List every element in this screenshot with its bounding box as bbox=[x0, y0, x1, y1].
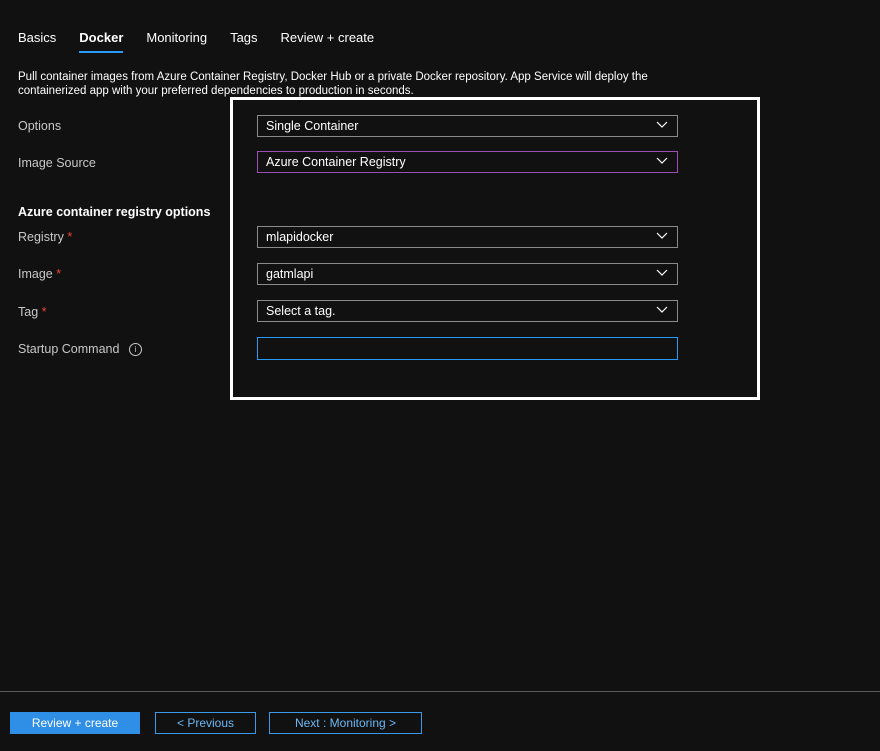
registry-label: Registry * bbox=[18, 230, 72, 244]
image-source-value: Azure Container Registry bbox=[266, 155, 406, 169]
review-create-button[interactable]: Review + create bbox=[10, 712, 140, 734]
info-icon[interactable]: i bbox=[128, 343, 142, 356]
registry-value: mlapidocker bbox=[266, 230, 334, 244]
tab-monitoring[interactable]: Monitoring bbox=[146, 30, 207, 53]
tab-bar: Basics Docker Monitoring Tags Review + c… bbox=[18, 30, 397, 53]
required-mark: * bbox=[41, 305, 47, 319]
image-source-label: Image Source bbox=[18, 156, 96, 170]
options-select[interactable]: Single Container bbox=[257, 115, 678, 137]
options-label: Options bbox=[18, 119, 62, 133]
tag-select[interactable]: Select a tag. bbox=[257, 300, 678, 322]
required-mark: * bbox=[56, 267, 62, 281]
image-label: Image * bbox=[18, 267, 61, 281]
tab-basics[interactable]: Basics bbox=[18, 30, 56, 53]
chevron-down-icon bbox=[656, 269, 668, 276]
registry-select[interactable]: mlapidocker bbox=[257, 226, 678, 248]
options-value: Single Container bbox=[266, 119, 359, 133]
image-label-text: Image bbox=[18, 267, 53, 281]
previous-button[interactable]: < Previous bbox=[155, 712, 256, 734]
section-heading: Azure container registry options bbox=[18, 205, 211, 219]
tag-value: Select a tag. bbox=[266, 304, 336, 318]
startup-command-input[interactable] bbox=[257, 337, 678, 360]
chevron-down-icon bbox=[656, 306, 668, 313]
tag-label-text: Tag bbox=[18, 305, 39, 319]
startup-command-label-text: Startup Command bbox=[18, 342, 120, 356]
startup-command-label: Startup Command i bbox=[18, 342, 142, 356]
required-mark: * bbox=[67, 230, 73, 244]
image-source-select[interactable]: Azure Container Registry bbox=[257, 151, 678, 173]
tab-tags[interactable]: Tags bbox=[230, 30, 257, 53]
next-monitoring-button[interactable]: Next : Monitoring > bbox=[269, 712, 422, 734]
footer-divider bbox=[0, 691, 880, 692]
tag-label: Tag * bbox=[18, 305, 47, 319]
chevron-down-icon bbox=[656, 232, 668, 239]
docker-settings-page: Basics Docker Monitoring Tags Review + c… bbox=[0, 0, 880, 751]
image-select[interactable]: gatmlapi bbox=[257, 263, 678, 285]
tab-review-create[interactable]: Review + create bbox=[281, 30, 375, 53]
image-value: gatmlapi bbox=[266, 267, 314, 281]
chevron-down-icon bbox=[656, 121, 668, 128]
tab-docker[interactable]: Docker bbox=[79, 30, 124, 53]
page-description: Pull container images from Azure Contain… bbox=[18, 71, 648, 97]
registry-label-text: Registry bbox=[18, 230, 64, 244]
chevron-down-icon bbox=[656, 157, 668, 164]
